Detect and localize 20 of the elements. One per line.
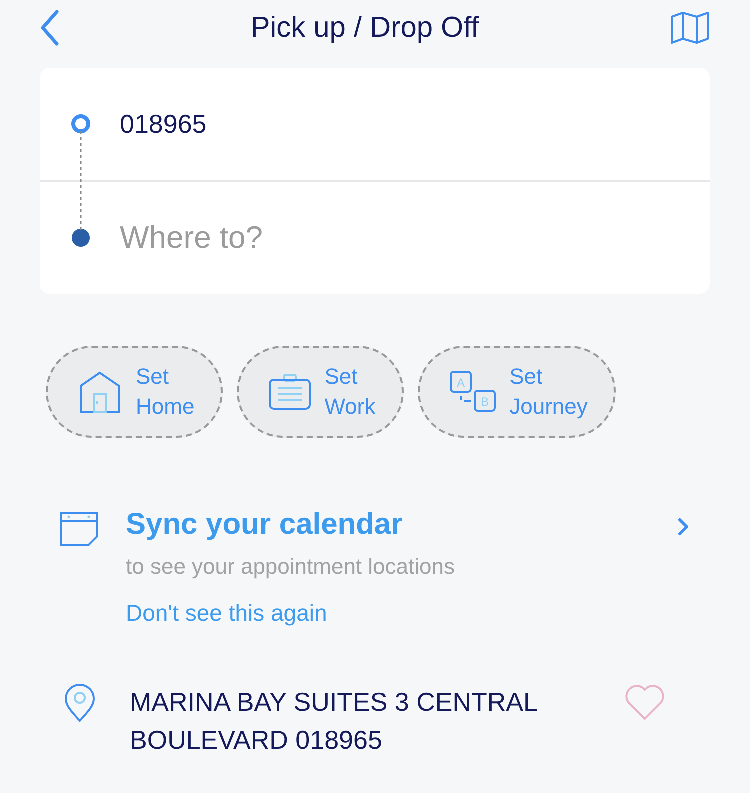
place-address[interactable]: MARINA BAY SUITES 3 CENTRAL BOULEVARD 018965 xyxy=(130,683,590,759)
briefcase-icon xyxy=(268,374,311,410)
destination-field[interactable]: Where to? xyxy=(120,220,640,256)
pickup-field[interactable]: 018965 xyxy=(120,108,640,140)
dismiss-link[interactable]: Don't see this again xyxy=(126,600,328,627)
shortcut-button[interactable]: Set Home xyxy=(46,346,223,438)
shortcut-button[interactable]: Set Work xyxy=(236,346,404,438)
map-icon[interactable] xyxy=(670,11,710,45)
calendar-hint: to see your appointment locations xyxy=(126,554,456,580)
calendar-icon xyxy=(60,512,98,546)
house-icon xyxy=(78,370,122,414)
dropoff-dot-icon xyxy=(70,227,92,249)
pickup-dot-icon xyxy=(70,113,92,135)
sync-calendar-link[interactable]: Sync your calendar xyxy=(126,508,678,542)
shortcut-button[interactable]: A B Set Journey xyxy=(418,346,616,438)
back-icon[interactable] xyxy=(40,10,60,46)
location-pin-icon xyxy=(64,683,96,723)
chevron-right-icon[interactable] xyxy=(678,518,690,536)
screen-title: Pick up / Drop Off xyxy=(250,12,480,44)
heart-icon[interactable] xyxy=(624,683,666,721)
